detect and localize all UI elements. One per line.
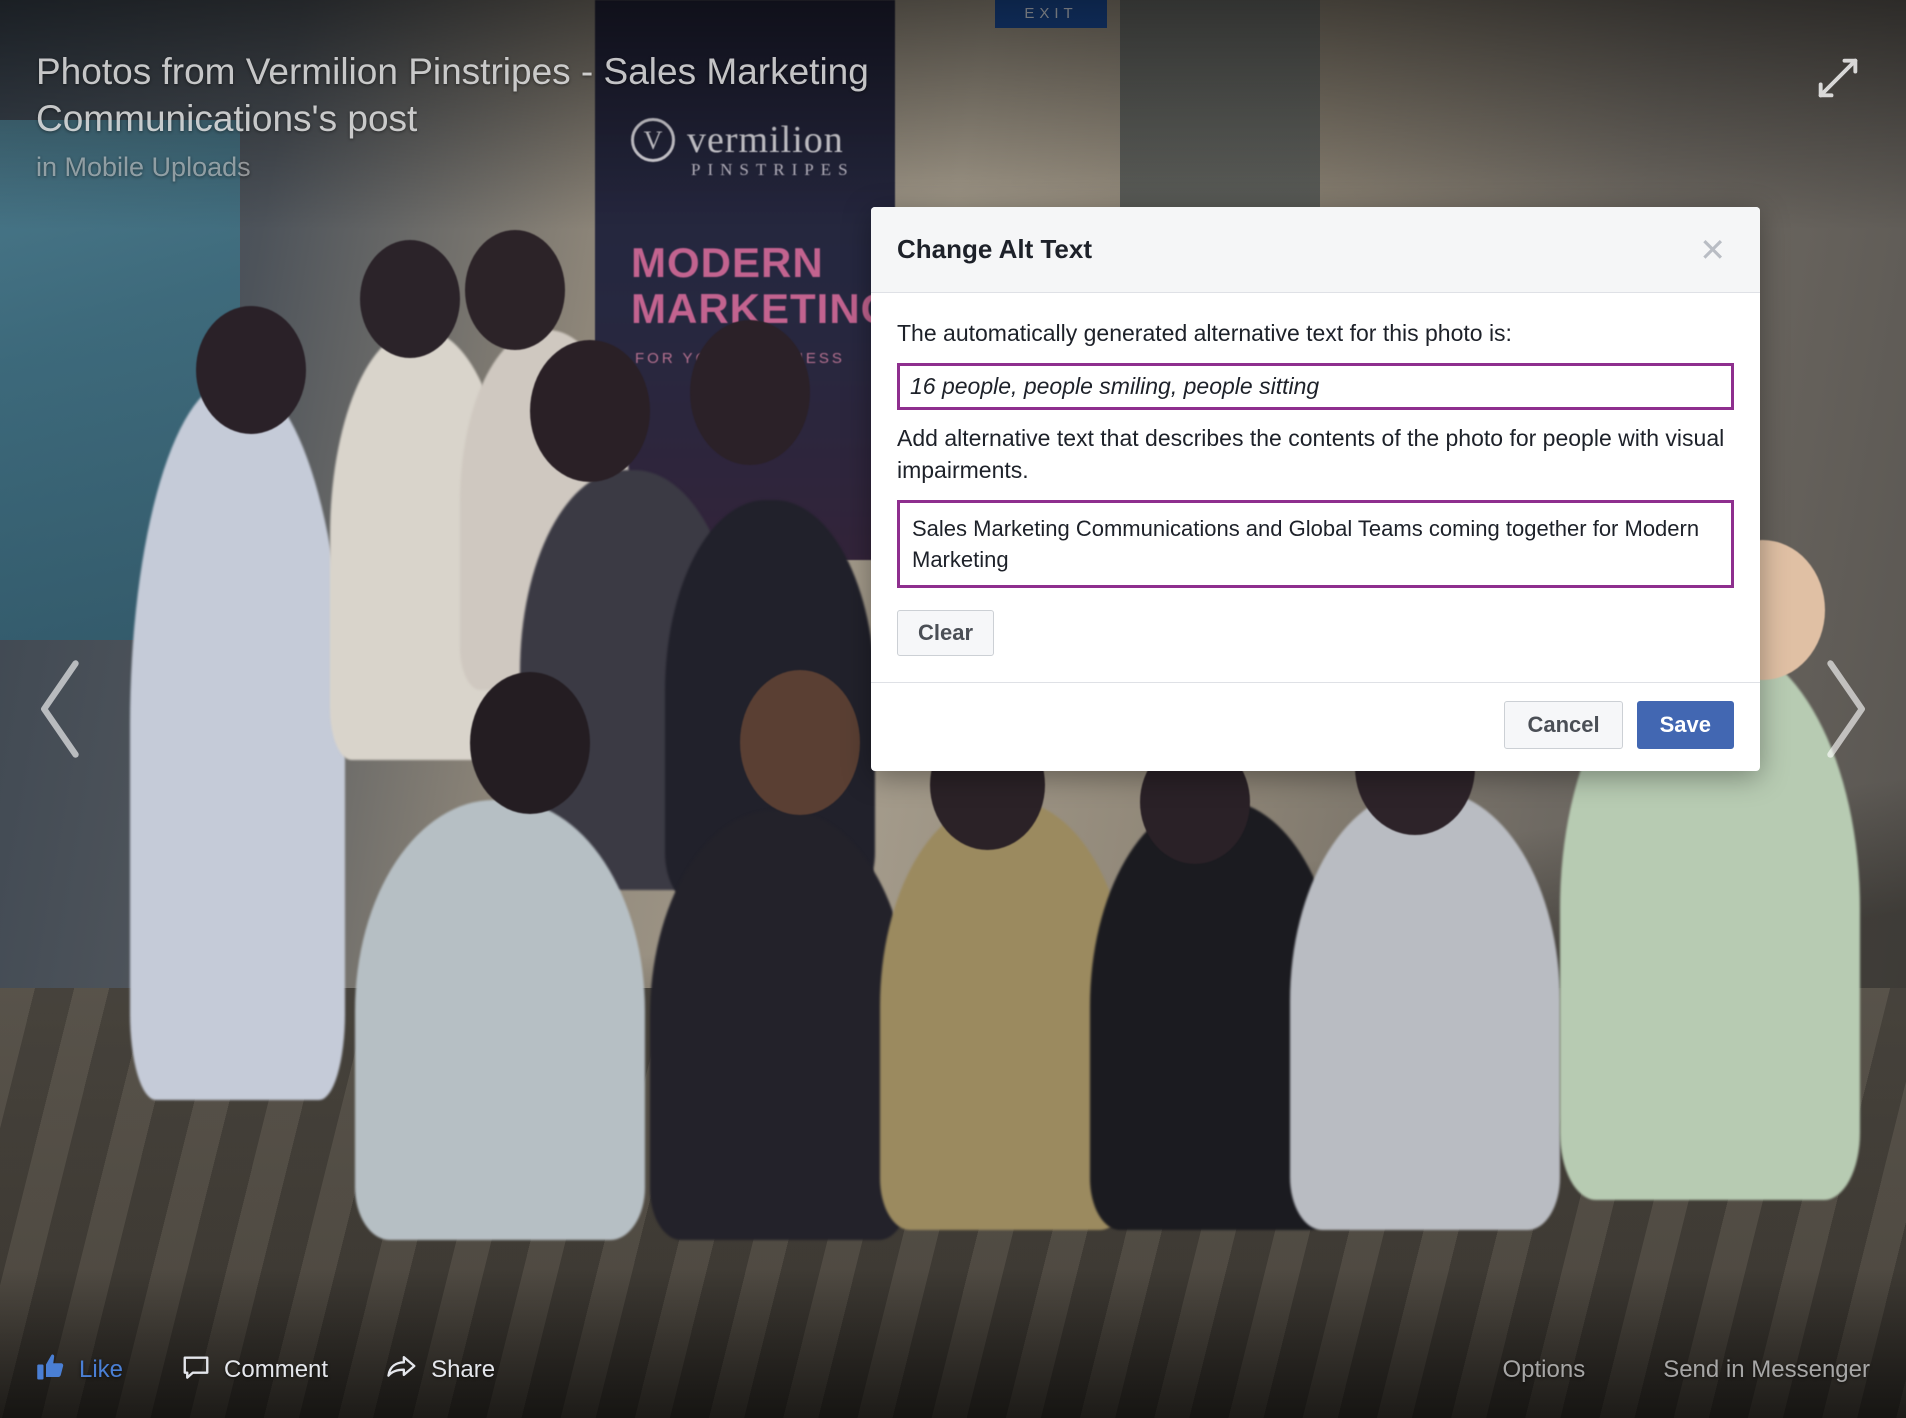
dialog-body: The automatically generated alternative …	[871, 293, 1760, 656]
share-button[interactable]: Share	[386, 1352, 495, 1389]
dialog-header: Change Alt Text ✕	[871, 207, 1760, 293]
exit-sign: EXIT	[995, 0, 1107, 28]
person-head	[530, 340, 650, 482]
expand-arrows-icon[interactable]	[1812, 52, 1864, 104]
save-button[interactable]: Save	[1636, 701, 1734, 749]
person-silhouette	[130, 380, 345, 1100]
dialog-title: Change Alt Text	[897, 234, 1093, 264]
photo-action-bar: Like Comment Share Options Send in Messe…	[0, 1322, 1906, 1418]
person-head	[690, 320, 810, 465]
clear-button[interactable]: Clear	[897, 610, 995, 656]
close-icon[interactable]: ✕	[1691, 230, 1734, 270]
person-head	[196, 306, 306, 434]
share-arrow-icon	[386, 1352, 418, 1389]
comment-button[interactable]: Comment	[181, 1352, 328, 1389]
options-button[interactable]: Options	[1502, 1356, 1585, 1384]
alt-text-instruction: Add alternative text that describes the …	[897, 425, 1725, 483]
share-label: Share	[431, 1356, 496, 1383]
person-silhouette	[355, 800, 645, 1240]
thumbs-up-icon	[36, 1352, 66, 1389]
like-button[interactable]: Like	[36, 1352, 123, 1389]
dialog-footer: Cancel Save	[871, 682, 1760, 771]
cancel-button[interactable]: Cancel	[1504, 701, 1623, 749]
alt-text-input[interactable]	[897, 500, 1734, 588]
person-silhouette	[1290, 790, 1560, 1230]
chevron-left-icon[interactable]	[28, 654, 98, 764]
action-bar-left: Like Comment Share	[36, 1352, 495, 1389]
send-in-messenger-button[interactable]: Send in Messenger	[1663, 1356, 1870, 1384]
person-head	[360, 240, 460, 358]
chevron-right-icon[interactable]	[1808, 654, 1878, 764]
comment-label: Comment	[224, 1356, 329, 1383]
banner-brand-sub: PINSTRIPES	[691, 160, 855, 179]
generated-alt-text: 16 people, people smiling, people sittin…	[897, 363, 1734, 410]
photo-album-label: in Mobile Uploads	[36, 152, 251, 182]
person-head	[470, 672, 590, 814]
like-label: Like	[79, 1356, 124, 1383]
person-head	[740, 670, 860, 815]
photo-viewer: EXIT V vermilion PINSTRIPES MODERN MARKE…	[0, 0, 1906, 1418]
generated-alt-intro: The automatically generated alternative …	[897, 320, 1512, 346]
speech-bubble-icon	[181, 1352, 211, 1389]
banner-headline: MODERN MARKETING	[631, 239, 895, 332]
page-title: Photos from Vermilion Pinstripes - Sales…	[36, 51, 869, 139]
person-head	[465, 230, 565, 350]
person-silhouette	[650, 810, 910, 1240]
action-bar-right: Options Send in Messenger	[1502, 1356, 1870, 1384]
change-alt-text-dialog: Change Alt Text ✕ The automatically gene…	[871, 207, 1760, 771]
